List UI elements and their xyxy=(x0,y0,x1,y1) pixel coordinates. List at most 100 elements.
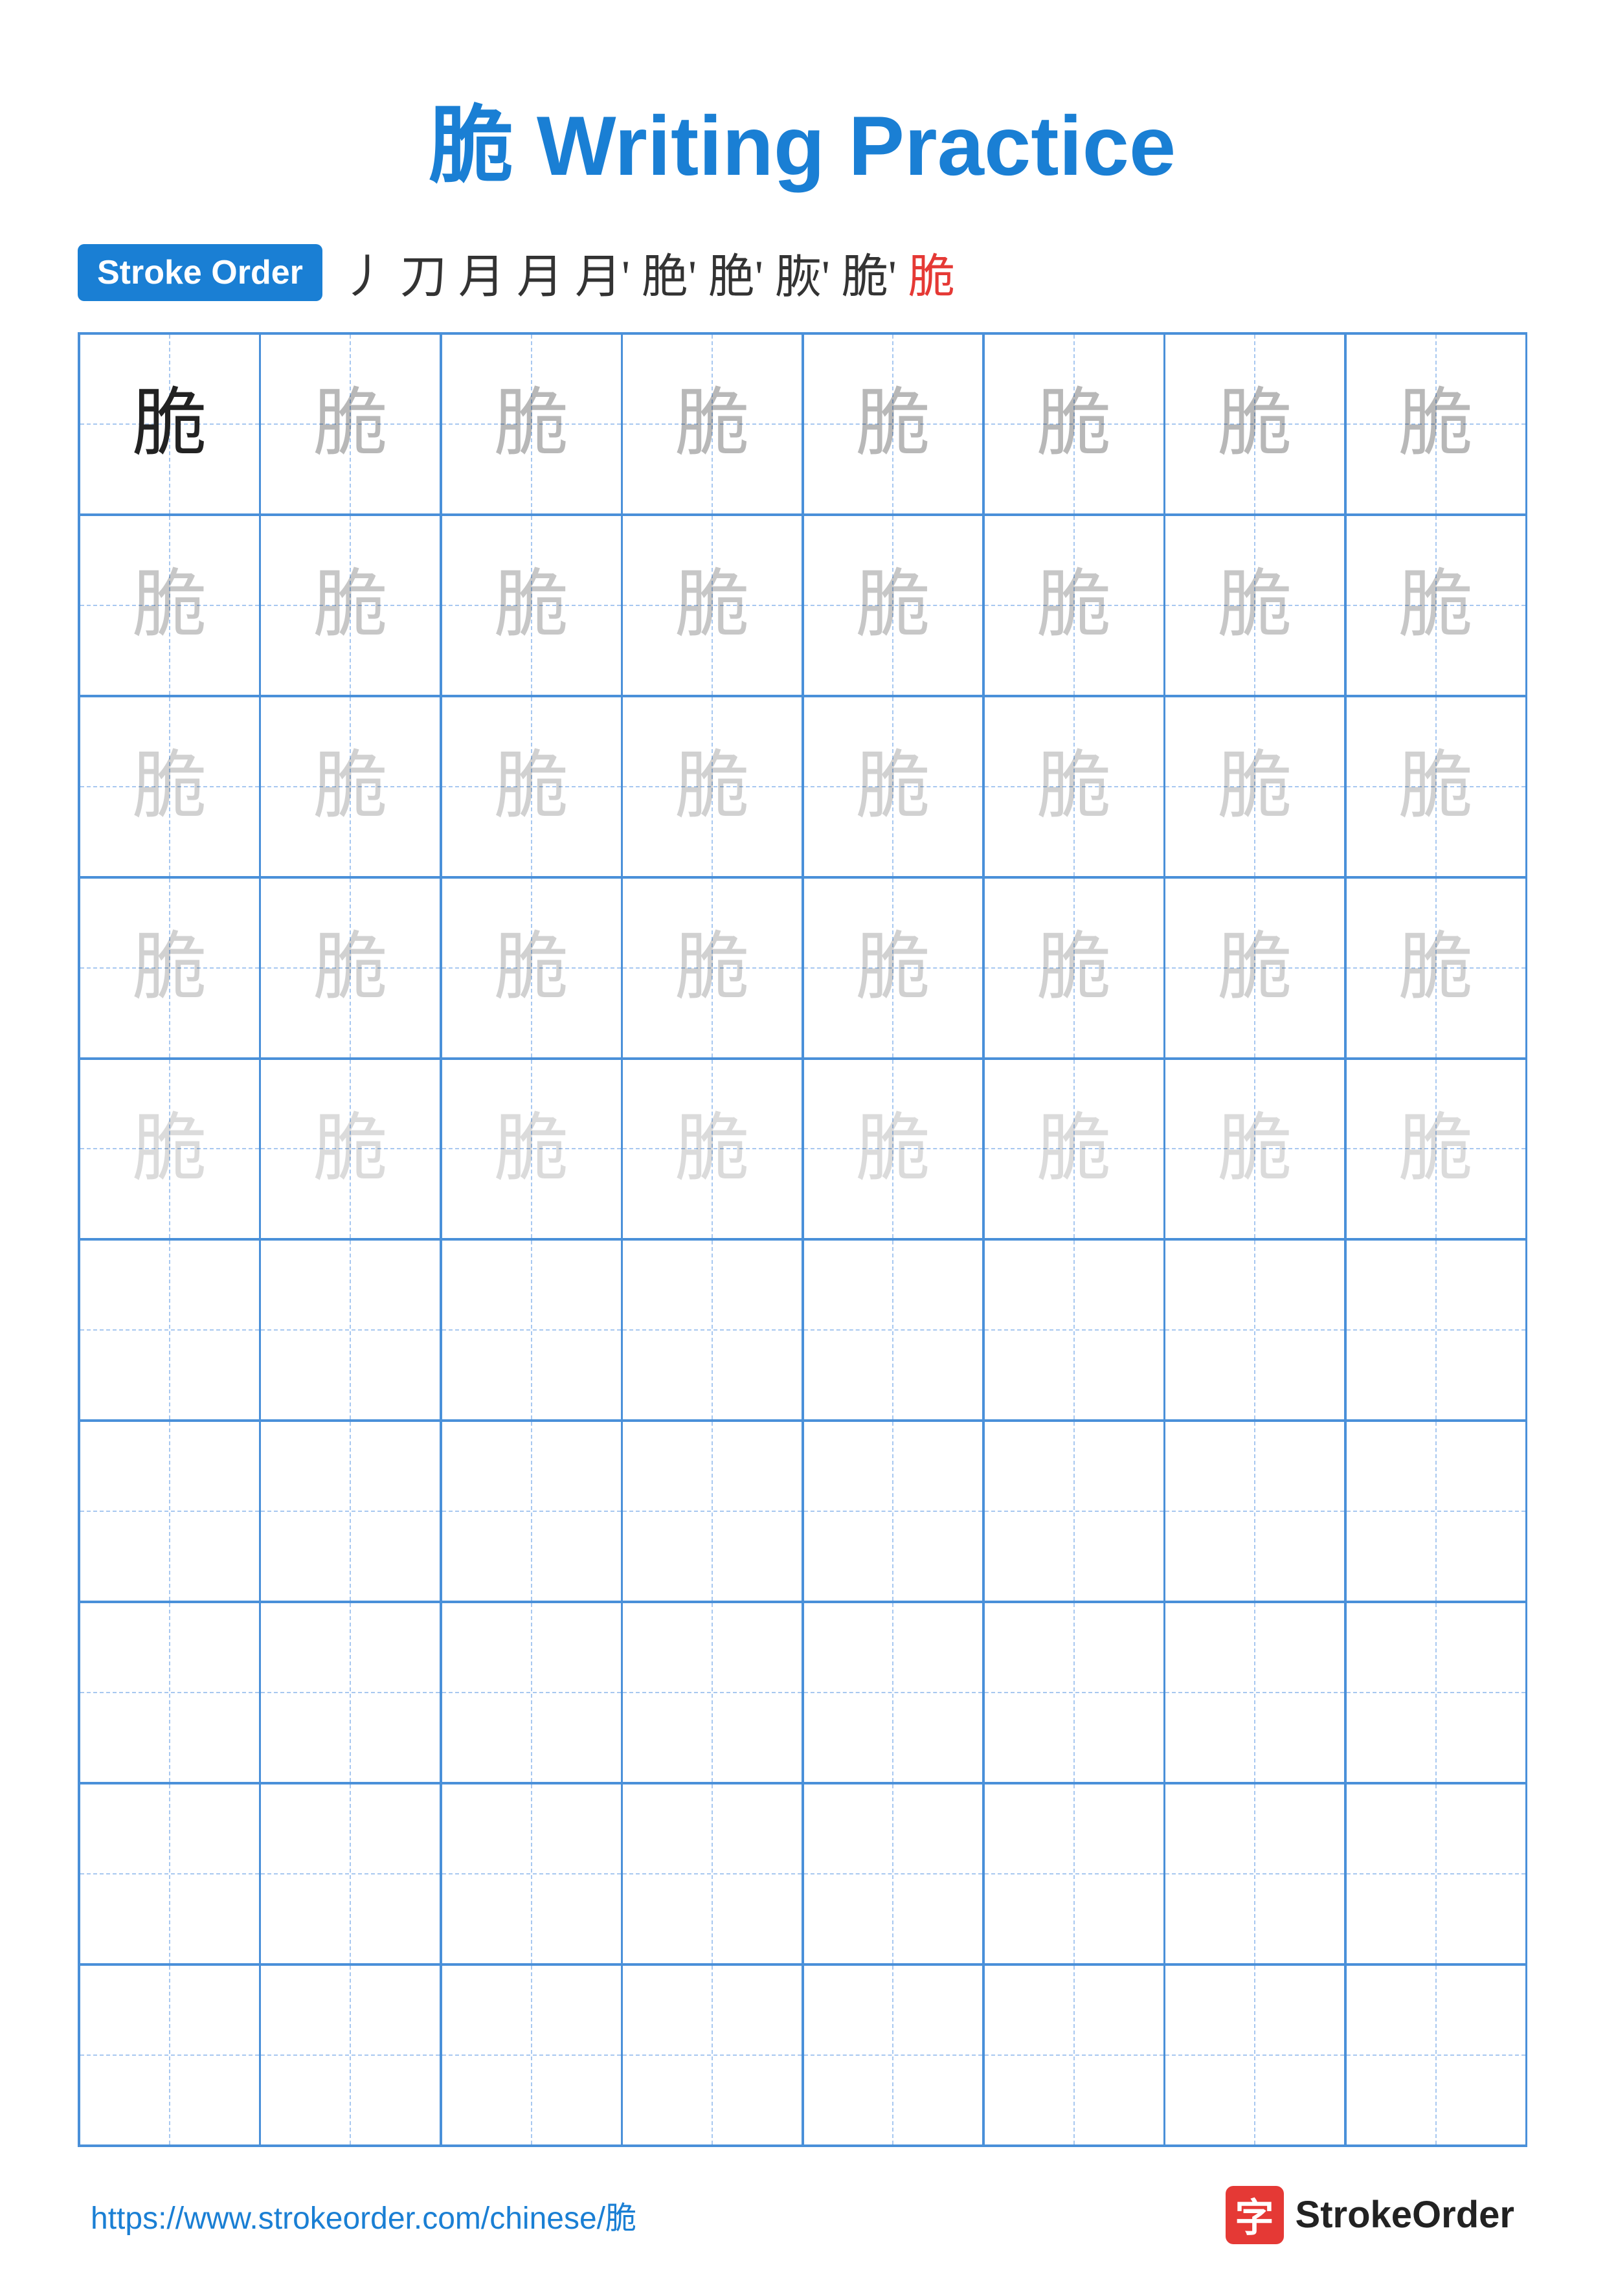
grid-cell-r7c1[interactable] xyxy=(79,1421,260,1602)
grid-cell-r5c8[interactable]: 脆 xyxy=(1345,1059,1527,1240)
grid-cell-r4c3[interactable]: 脆 xyxy=(441,877,622,1059)
practice-char: 脆 xyxy=(1037,387,1111,461)
grid-cell-r10c2[interactable] xyxy=(260,1964,441,2146)
stroke-final: 脆 xyxy=(908,238,955,306)
grid-cell-r3c2[interactable]: 脆 xyxy=(260,696,441,877)
grid-cell-r7c8[interactable] xyxy=(1345,1421,1527,1602)
practice-char: 脆 xyxy=(1218,1112,1292,1186)
grid-cell-r1c1[interactable]: 脆 xyxy=(79,333,260,515)
grid-cell-r9c3[interactable] xyxy=(441,1783,622,1964)
grid-cell-r8c2[interactable] xyxy=(260,1602,441,1783)
grid-cell-r6c5[interactable] xyxy=(803,1239,984,1421)
practice-char: 脆 xyxy=(132,930,207,1005)
grid-cell-r4c2[interactable]: 脆 xyxy=(260,877,441,1059)
grid-cell-r2c8[interactable]: 脆 xyxy=(1345,515,1527,696)
grid-cell-r3c6[interactable]: 脆 xyxy=(983,696,1165,877)
grid-cell-r9c1[interactable] xyxy=(79,1783,260,1964)
grid-cell-r9c6[interactable] xyxy=(983,1783,1165,1964)
grid-cell-r2c3[interactable]: 脆 xyxy=(441,515,622,696)
practice-char: 脆 xyxy=(675,749,750,824)
grid-cell-r5c1[interactable]: 脆 xyxy=(79,1059,260,1240)
grid-cell-r8c7[interactable] xyxy=(1164,1602,1345,1783)
grid-cell-r3c3[interactable]: 脆 xyxy=(441,696,622,877)
grid-cell-r5c6[interactable]: 脆 xyxy=(983,1059,1165,1240)
practice-char: 脆 xyxy=(1037,749,1111,824)
grid-cell-r6c6[interactable] xyxy=(983,1239,1165,1421)
grid-cell-r2c5[interactable]: 脆 xyxy=(803,515,984,696)
grid-cell-r1c8[interactable]: 脆 xyxy=(1345,333,1527,515)
grid-cell-r8c8[interactable] xyxy=(1345,1602,1527,1783)
grid-cell-r10c4[interactable] xyxy=(622,1964,803,2146)
grid-cell-r5c4[interactable]: 脆 xyxy=(622,1059,803,1240)
grid-cell-r10c3[interactable] xyxy=(441,1964,622,2146)
grid-cell-r7c4[interactable] xyxy=(622,1421,803,1602)
grid-cell-r8c1[interactable] xyxy=(79,1602,260,1783)
practice-char: 脆 xyxy=(313,1112,388,1186)
grid-cell-r4c8[interactable]: 脆 xyxy=(1345,877,1527,1059)
practice-char: 脆 xyxy=(1218,749,1292,824)
grid-cell-r3c7[interactable]: 脆 xyxy=(1164,696,1345,877)
grid-cell-r1c7[interactable]: 脆 xyxy=(1164,333,1345,515)
footer-url[interactable]: https://www.strokeorder.com/chinese/脆 xyxy=(91,2192,636,2238)
grid-cell-r6c4[interactable] xyxy=(622,1239,803,1421)
grid-cell-r6c7[interactable] xyxy=(1164,1239,1345,1421)
grid-cell-r9c2[interactable] xyxy=(260,1783,441,1964)
grid-cell-r1c3[interactable]: 脆 xyxy=(441,333,622,515)
grid-cell-r5c7[interactable]: 脆 xyxy=(1164,1059,1345,1240)
grid-cell-r6c1[interactable] xyxy=(79,1239,260,1421)
grid-cell-r4c1[interactable]: 脆 xyxy=(79,877,260,1059)
title-text: Writing Practice xyxy=(513,98,1176,193)
practice-char: 脆 xyxy=(1398,1112,1473,1186)
grid-cell-r9c4[interactable] xyxy=(622,1783,803,1964)
practice-char: 脆 xyxy=(1398,568,1473,642)
grid-cell-r8c4[interactable] xyxy=(622,1602,803,1783)
grid-cell-r7c2[interactable] xyxy=(260,1421,441,1602)
grid-cell-r2c4[interactable]: 脆 xyxy=(622,515,803,696)
grid-cell-r7c6[interactable] xyxy=(983,1421,1165,1602)
grid-cell-r5c2[interactable]: 脆 xyxy=(260,1059,441,1240)
footer: https://www.strokeorder.com/chinese/脆 字 … xyxy=(78,2186,1527,2244)
grid-cell-r2c6[interactable]: 脆 xyxy=(983,515,1165,696)
grid-cell-r6c2[interactable] xyxy=(260,1239,441,1421)
grid-cell-r4c6[interactable]: 脆 xyxy=(983,877,1165,1059)
practice-char: 脆 xyxy=(1218,568,1292,642)
grid-cell-r2c1[interactable]: 脆 xyxy=(79,515,260,696)
practice-char: 脆 xyxy=(856,1112,930,1186)
grid-cell-r2c2[interactable]: 脆 xyxy=(260,515,441,696)
grid-cell-r3c1[interactable]: 脆 xyxy=(79,696,260,877)
grid-cell-r9c8[interactable] xyxy=(1345,1783,1527,1964)
grid-cell-r3c5[interactable]: 脆 xyxy=(803,696,984,877)
grid-cell-r10c1[interactable] xyxy=(79,1964,260,2146)
grid-cell-r8c5[interactable] xyxy=(803,1602,984,1783)
grid-cell-r1c6[interactable]: 脆 xyxy=(983,333,1165,515)
practice-char: 脆 xyxy=(1037,1112,1111,1186)
stroke-1: 丿 xyxy=(342,238,388,306)
grid-cell-r3c4[interactable]: 脆 xyxy=(622,696,803,877)
grid-cell-r5c5[interactable]: 脆 xyxy=(803,1059,984,1240)
practice-char: 脆 xyxy=(313,568,388,642)
grid-cell-r10c5[interactable] xyxy=(803,1964,984,2146)
grid-cell-r7c5[interactable] xyxy=(803,1421,984,1602)
grid-cell-r5c3[interactable]: 脆 xyxy=(441,1059,622,1240)
grid-cell-r8c6[interactable] xyxy=(983,1602,1165,1783)
grid-cell-r10c8[interactable] xyxy=(1345,1964,1527,2146)
stroke-4: 月 xyxy=(517,238,563,306)
practice-char: 脆 xyxy=(675,387,750,461)
grid-cell-r9c7[interactable] xyxy=(1164,1783,1345,1964)
grid-cell-r7c3[interactable] xyxy=(441,1421,622,1602)
grid-cell-r4c7[interactable]: 脆 xyxy=(1164,877,1345,1059)
grid-cell-r3c8[interactable]: 脆 xyxy=(1345,696,1527,877)
grid-cell-r10c7[interactable] xyxy=(1164,1964,1345,2146)
grid-cell-r6c3[interactable] xyxy=(441,1239,622,1421)
grid-cell-r9c5[interactable] xyxy=(803,1783,984,1964)
grid-cell-r2c7[interactable]: 脆 xyxy=(1164,515,1345,696)
grid-cell-r10c6[interactable] xyxy=(983,1964,1165,2146)
grid-cell-r1c5[interactable]: 脆 xyxy=(803,333,984,515)
grid-cell-r4c5[interactable]: 脆 xyxy=(803,877,984,1059)
grid-cell-r7c7[interactable] xyxy=(1164,1421,1345,1602)
grid-cell-r1c4[interactable]: 脆 xyxy=(622,333,803,515)
grid-cell-r8c3[interactable] xyxy=(441,1602,622,1783)
grid-cell-r1c2[interactable]: 脆 xyxy=(260,333,441,515)
grid-cell-r4c4[interactable]: 脆 xyxy=(622,877,803,1059)
grid-cell-r6c8[interactable] xyxy=(1345,1239,1527,1421)
